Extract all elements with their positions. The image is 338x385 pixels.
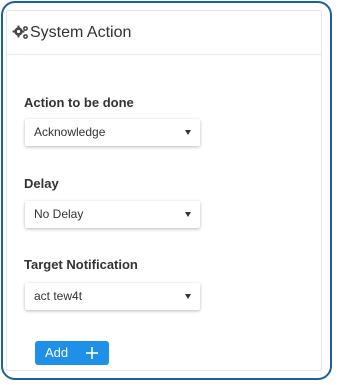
panel-title: System Action (30, 24, 132, 41)
chevron-down-icon (185, 130, 191, 135)
action-label: Action to be done (24, 95, 134, 110)
action-select-value: Acknowledge (34, 125, 106, 139)
add-button-label: Add (45, 345, 69, 360)
panel-header: System Action (7, 11, 321, 55)
chevron-down-icon (185, 212, 191, 217)
delay-label: Delay (24, 176, 59, 191)
target-notification-select-value: act tew4t (34, 289, 83, 303)
add-button[interactable]: Add (35, 341, 109, 365)
target-notification-select[interactable]: act tew4t (25, 283, 200, 310)
system-action-panel: System Action Action to be done Acknowle… (6, 10, 322, 371)
chevron-down-icon (185, 294, 191, 299)
action-select[interactable]: Acknowledge (25, 119, 200, 146)
gears-icon (12, 25, 28, 39)
delay-select-value: No Delay (34, 207, 84, 221)
target-notification-label: Target Notification (24, 257, 138, 272)
delay-select[interactable]: No Delay (25, 201, 200, 228)
plus-icon (86, 347, 98, 359)
